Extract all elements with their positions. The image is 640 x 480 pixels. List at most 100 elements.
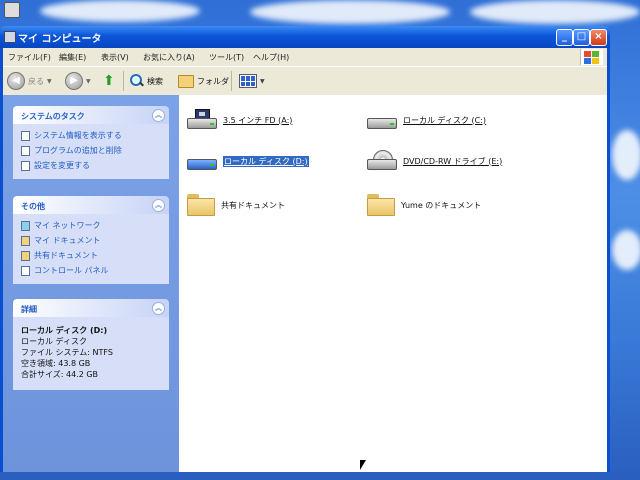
panel-title: システムのタスク <box>21 112 85 121</box>
dropdown-arrow-icon: ▼ <box>260 77 265 85</box>
views-icon <box>239 74 257 88</box>
minimize-button[interactable]: _ <box>556 29 573 46</box>
toolbar-separator <box>231 71 232 91</box>
collapse-icon[interactable]: ︽ <box>152 302 165 315</box>
search-label: 検索 <box>147 76 163 86</box>
desktop-cloud <box>612 230 640 270</box>
toolbar: ◀ 戻る ▼ ▶ ▼ ⬆ 検索 フォルダ ▼ <box>3 66 607 96</box>
detail-total-size: 合計サイズ: 44.2 GB <box>21 370 99 379</box>
place-label: マイ ドキュメント <box>34 236 101 245</box>
hard-disk-icon <box>367 109 397 131</box>
forward-arrow-icon: ▶ <box>65 72 83 90</box>
maximize-button[interactable]: □ <box>573 29 590 46</box>
file-label: ローカル ディスク (D:) <box>223 155 309 167</box>
file-label: Yume のドキュメント <box>401 200 482 210</box>
file-label: 共有ドキュメント <box>221 200 285 210</box>
detail-name: ローカル ディスク (D:) <box>21 326 108 335</box>
forward-button[interactable]: ▶ ▼ <box>65 72 91 90</box>
shared-documents-folder[interactable]: 共有ドキュメント <box>187 194 285 216</box>
detail-type: ローカル ディスク <box>21 337 87 346</box>
place-label: コントロール パネル <box>34 266 109 275</box>
explorer-window: マイ コンピュータ _ □ × ファイル(F) 編集(E) 表示(V) お気に入… <box>0 26 610 472</box>
yume-documents-folder[interactable]: Yume のドキュメント <box>367 194 481 216</box>
menu-bar: ファイル(F) 編集(E) 表示(V) お気に入り(A) ツール(T) ヘルプ(… <box>3 48 607 66</box>
menu-file[interactable]: ファイル(F) <box>8 52 51 63</box>
drive-d[interactable]: ローカル ディスク (D:) <box>187 150 309 172</box>
up-button[interactable]: ⬆ <box>103 72 117 90</box>
file-label: ローカル ディスク (C:) <box>403 115 487 125</box>
close-button[interactable]: × <box>590 29 607 46</box>
system-tasks-panel: システムのタスク ︽ システム情報を表示する プログラムの追加と削除 設定を変更… <box>13 106 169 179</box>
task-view-system-info[interactable]: システム情報を表示する <box>21 128 163 143</box>
file-label: 3.5 インチ FD (A:) <box>223 115 293 125</box>
dropdown-arrow-icon[interactable]: ▼ <box>47 78 52 85</box>
search-button[interactable]: 検索 <box>130 72 163 90</box>
back-arrow-icon: ◀ <box>7 72 25 90</box>
desktop-icon[interactable] <box>4 2 20 18</box>
folder-icon <box>367 194 395 216</box>
system-info-icon <box>21 130 30 141</box>
task-pane: システムのタスク ︽ システム情報を表示する プログラムの追加と削除 設定を変更… <box>3 95 179 472</box>
panel-title: 詳細 <box>21 305 37 314</box>
drive-c[interactable]: ローカル ディスク (C:) <box>367 109 486 131</box>
menu-favorites[interactable]: お気に入り(A) <box>143 52 195 63</box>
folder-icon <box>21 250 30 261</box>
drive-e[interactable]: DVD/CD-RW ドライブ (E:) <box>367 150 502 172</box>
place-shared-documents[interactable]: 共有ドキュメント <box>21 248 163 263</box>
content-area: システムのタスク ︽ システム情報を表示する プログラムの追加と削除 設定を変更… <box>3 95 607 472</box>
file-label: DVD/CD-RW ドライブ (E:) <box>403 156 503 166</box>
desktop-cloud <box>40 0 200 22</box>
other-places-panel: その他 ︽ マイ ネットワーク マイ ドキュメント 共有ドキュメント コントロー… <box>13 196 169 284</box>
back-label: 戻る <box>28 76 44 86</box>
panel-header[interactable]: 詳細 ︽ <box>13 299 169 317</box>
desktop-cloud <box>612 130 640 180</box>
documents-icon <box>21 235 30 246</box>
folders-label: フォルダ <box>197 76 229 86</box>
folder-icon <box>187 194 215 216</box>
collapse-icon[interactable]: ︽ <box>152 109 165 122</box>
control-panel-icon <box>21 265 30 276</box>
task-label: プログラムの追加と削除 <box>34 146 122 155</box>
title-bar[interactable]: マイ コンピュータ _ □ × <box>0 26 610 48</box>
task-label: 設定を変更する <box>34 161 90 170</box>
details-panel: 詳細 ︽ ローカル ディスク (D:) ローカル ディスク ファイル システム:… <box>13 299 169 390</box>
panel-header[interactable]: システムのタスク ︽ <box>13 106 169 124</box>
task-change-settings[interactable]: 設定を変更する <box>21 158 163 173</box>
hard-disk-icon <box>187 150 217 172</box>
dropdown-arrow-icon[interactable]: ▼ <box>86 78 91 85</box>
cd-drive-icon <box>367 150 397 172</box>
place-control-panel[interactable]: コントロール パネル <box>21 263 163 278</box>
detail-free-space: 空き領域: 43.8 GB <box>21 359 91 368</box>
drive-a[interactable]: 3.5 インチ FD (A:) <box>187 109 292 131</box>
search-icon <box>130 74 144 88</box>
programs-icon <box>21 145 30 156</box>
place-label: 共有ドキュメント <box>34 251 98 260</box>
menu-help[interactable]: ヘルプ(H) <box>253 52 289 63</box>
settings-icon <box>21 160 30 171</box>
panel-header[interactable]: その他 ︽ <box>13 196 169 214</box>
folder-icon <box>178 74 194 88</box>
panel-title: その他 <box>21 202 45 211</box>
up-folder-icon: ⬆ <box>103 73 115 89</box>
computer-icon <box>4 31 16 43</box>
windows-logo-icon <box>580 49 603 65</box>
back-button[interactable]: ◀ 戻る ▼ <box>7 72 52 90</box>
menu-tools[interactable]: ツール(T) <box>209 52 244 63</box>
views-button[interactable]: ▼ <box>239 72 265 90</box>
file-view: 3.5 インチ FD (A:) ローカル ディスク (C:) ローカル ディスク… <box>179 95 607 472</box>
menu-view[interactable]: 表示(V) <box>101 52 129 63</box>
place-my-documents[interactable]: マイ ドキュメント <box>21 233 163 248</box>
place-my-network[interactable]: マイ ネットワーク <box>21 218 163 233</box>
mouse-cursor <box>360 460 366 470</box>
menu-edit[interactable]: 編集(E) <box>59 52 86 63</box>
detail-filesystem: ファイル システム: NTFS <box>21 348 113 357</box>
network-icon <box>21 220 30 231</box>
task-label: システム情報を表示する <box>34 131 122 140</box>
floppy-drive-icon <box>187 109 217 131</box>
folders-button[interactable]: フォルダ <box>178 72 229 90</box>
window-title: マイ コンピュータ <box>18 34 102 45</box>
desktop-cloud <box>250 0 450 24</box>
collapse-icon[interactable]: ︽ <box>152 199 165 212</box>
desktop-cloud <box>470 0 640 24</box>
task-add-remove-programs[interactable]: プログラムの追加と削除 <box>21 143 163 158</box>
